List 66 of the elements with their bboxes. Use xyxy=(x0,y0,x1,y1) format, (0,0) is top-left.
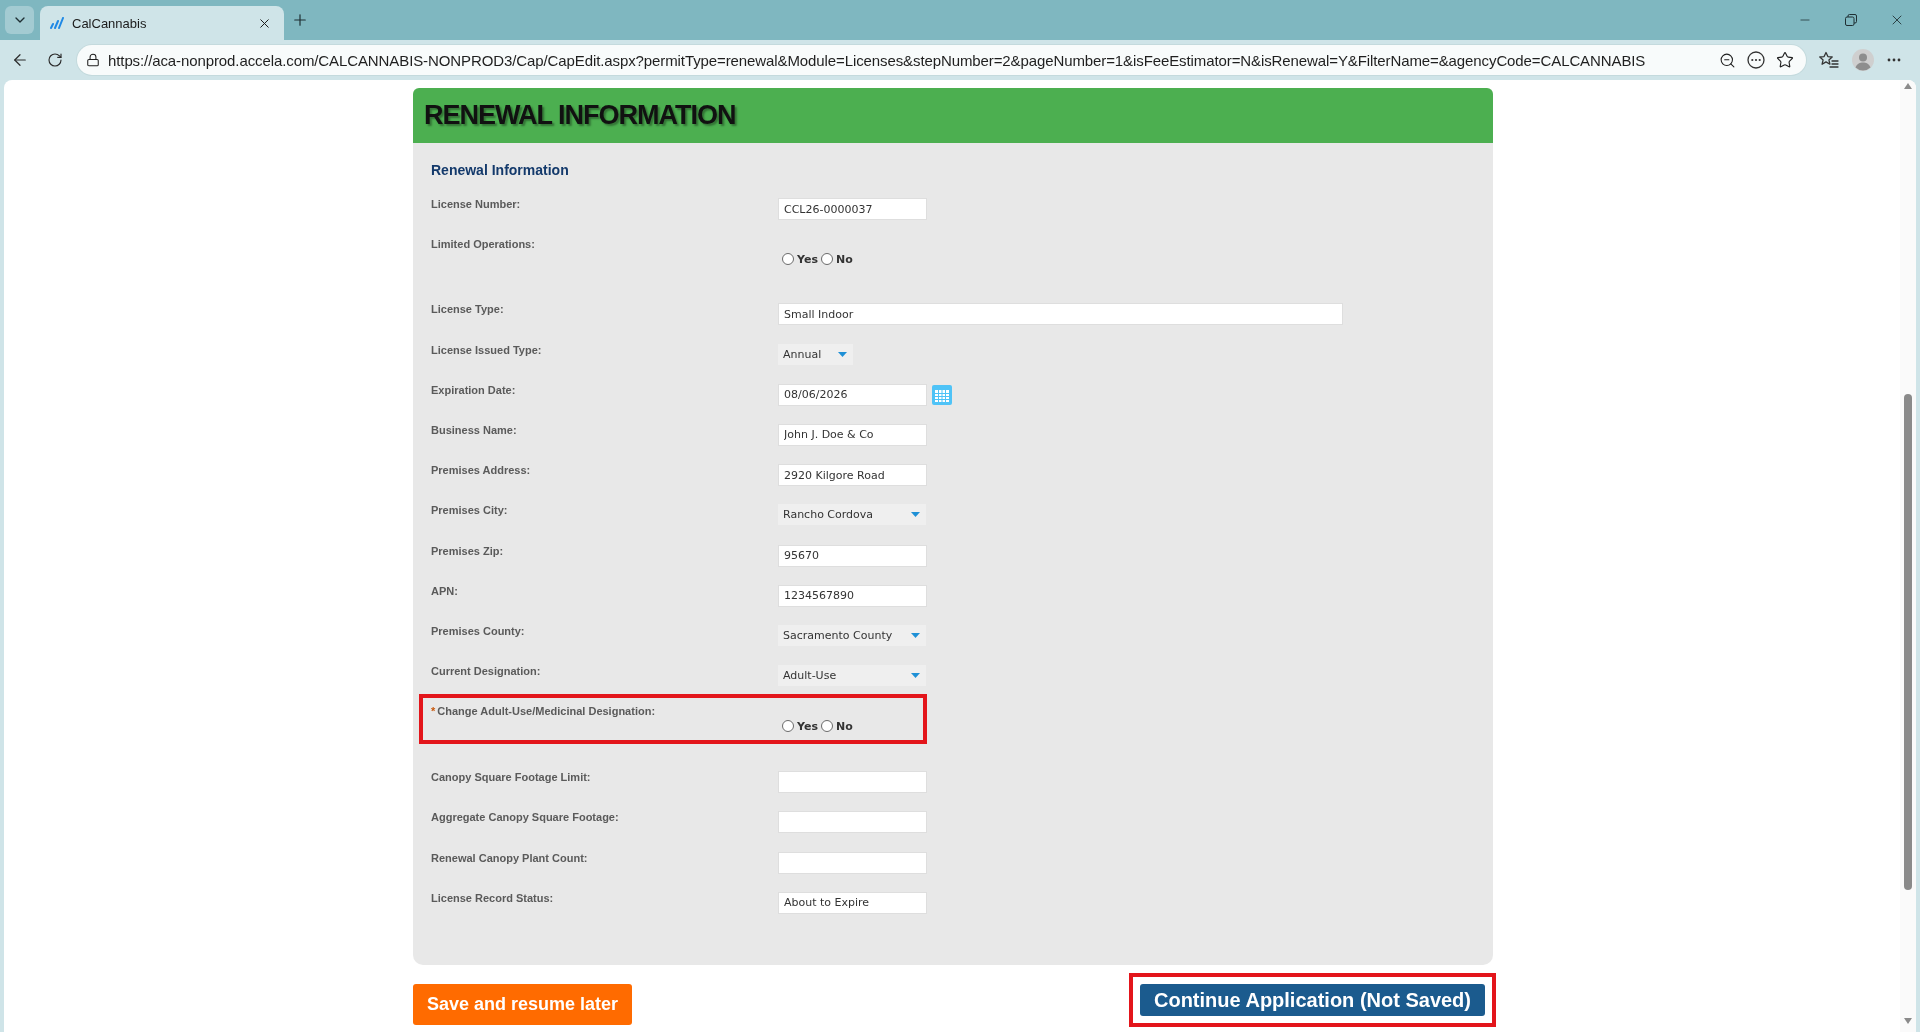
field-label: Canopy Square Footage Limit: xyxy=(431,771,591,785)
field-label: License Type: xyxy=(431,303,504,317)
star-icon[interactable] xyxy=(1776,51,1794,69)
browser-tab[interactable]: CalCannabis xyxy=(40,6,284,40)
field-label: Premises Zip: xyxy=(431,544,504,558)
field-label: License Issued Type: xyxy=(431,343,542,357)
text-field[interactable]: About to Expire xyxy=(778,891,927,914)
text-field[interactable]: CCL26-0000037 xyxy=(778,198,927,220)
address-bar[interactable]: https://aca-nonprod.accela.com/CALCANNABIS-NONPROD3/Cap/CapEdit.aspx?permitType=renewal&Module=Licenses&stepNumber=2&pageNumber=1&isFeeEstimator=N&isRenewal=Y&FilterName=&agencyCode=CALCANNABIS xyxy=(77,45,1806,75)
scrollbar[interactable] xyxy=(1900,80,1916,1032)
field-label: Current Designation: xyxy=(431,665,541,679)
option-label: Yes xyxy=(797,719,818,733)
text-field[interactable] xyxy=(778,771,927,794)
field-label: Premises County: xyxy=(431,624,525,638)
dropdown[interactable]: Sacramento County xyxy=(778,624,926,646)
section-title: Renewal Information xyxy=(431,162,569,178)
option-label: Yes xyxy=(797,252,818,266)
field-label: Aggregate Canopy Square Footage: xyxy=(431,811,619,825)
field-label: License Number: xyxy=(431,198,521,211)
text-field[interactable]: 95670 xyxy=(778,544,927,567)
caret-icon xyxy=(838,351,847,357)
field-label: Business Name: xyxy=(431,423,517,437)
required-mark: * xyxy=(431,705,436,719)
caret-icon xyxy=(911,512,920,518)
continue-button[interactable]: Continue Application (Not Saved) xyxy=(1139,984,1485,1016)
more-icon[interactable] xyxy=(1887,58,1901,62)
field-label: Premises Address: xyxy=(431,464,531,478)
star-list-icon[interactable] xyxy=(1819,51,1839,69)
field-label: Change Adult-Use/Medicinal Designation: xyxy=(437,705,656,719)
tab-list-button[interactable] xyxy=(5,6,34,34)
text-field[interactable]: John J. Doe & Co xyxy=(778,423,927,446)
radio-button[interactable] xyxy=(820,253,833,266)
magnifier-minus-icon[interactable] xyxy=(1719,51,1736,69)
dropdown[interactable]: Adult-Use xyxy=(778,665,926,687)
restore-icon[interactable] xyxy=(1845,14,1857,26)
option-label: No xyxy=(835,252,853,266)
field-label: Expiration Date: xyxy=(431,383,516,397)
lock-icon xyxy=(86,53,100,67)
radio-button[interactable] xyxy=(820,720,833,733)
caret-icon xyxy=(911,632,920,638)
caret-icon xyxy=(911,673,920,679)
person-avatar-icon[interactable] xyxy=(1852,49,1874,71)
reload-icon[interactable] xyxy=(47,52,63,68)
radio-button[interactable] xyxy=(782,253,794,266)
text-field[interactable] xyxy=(778,851,927,874)
scrollbar-thumb[interactable] xyxy=(1904,394,1912,890)
field-label: Limited Operations: xyxy=(431,238,535,252)
option-label: No xyxy=(835,719,853,733)
field-label: APN: xyxy=(431,584,458,598)
dropdown[interactable]: Rancho Cordova xyxy=(778,504,926,526)
dots-circle-icon[interactable] xyxy=(1747,51,1765,69)
text-field[interactable]: 2920 Kilgore Road xyxy=(778,464,927,487)
field-label: License Record Status: xyxy=(431,891,554,905)
field-label: Premises City: xyxy=(431,504,508,518)
radio-button[interactable] xyxy=(782,720,794,733)
text-field[interactable]: Small Indoor xyxy=(778,303,1343,326)
plus-icon[interactable] xyxy=(291,11,309,29)
dropdown[interactable]: Annual xyxy=(778,343,853,365)
date-field[interactable]: 08/06/2026 xyxy=(778,383,927,406)
down-arrow-icon[interactable] xyxy=(1904,1018,1912,1024)
slash-marks-icon xyxy=(50,17,64,29)
up-arrow-icon[interactable] xyxy=(1904,83,1912,89)
field-label: Renewal Canopy Plant Count: xyxy=(431,851,588,865)
form-title: RENEWAL INFORMATION xyxy=(424,100,736,131)
text-field[interactable] xyxy=(778,811,927,834)
text-field[interactable]: 1234567890 xyxy=(778,584,927,607)
